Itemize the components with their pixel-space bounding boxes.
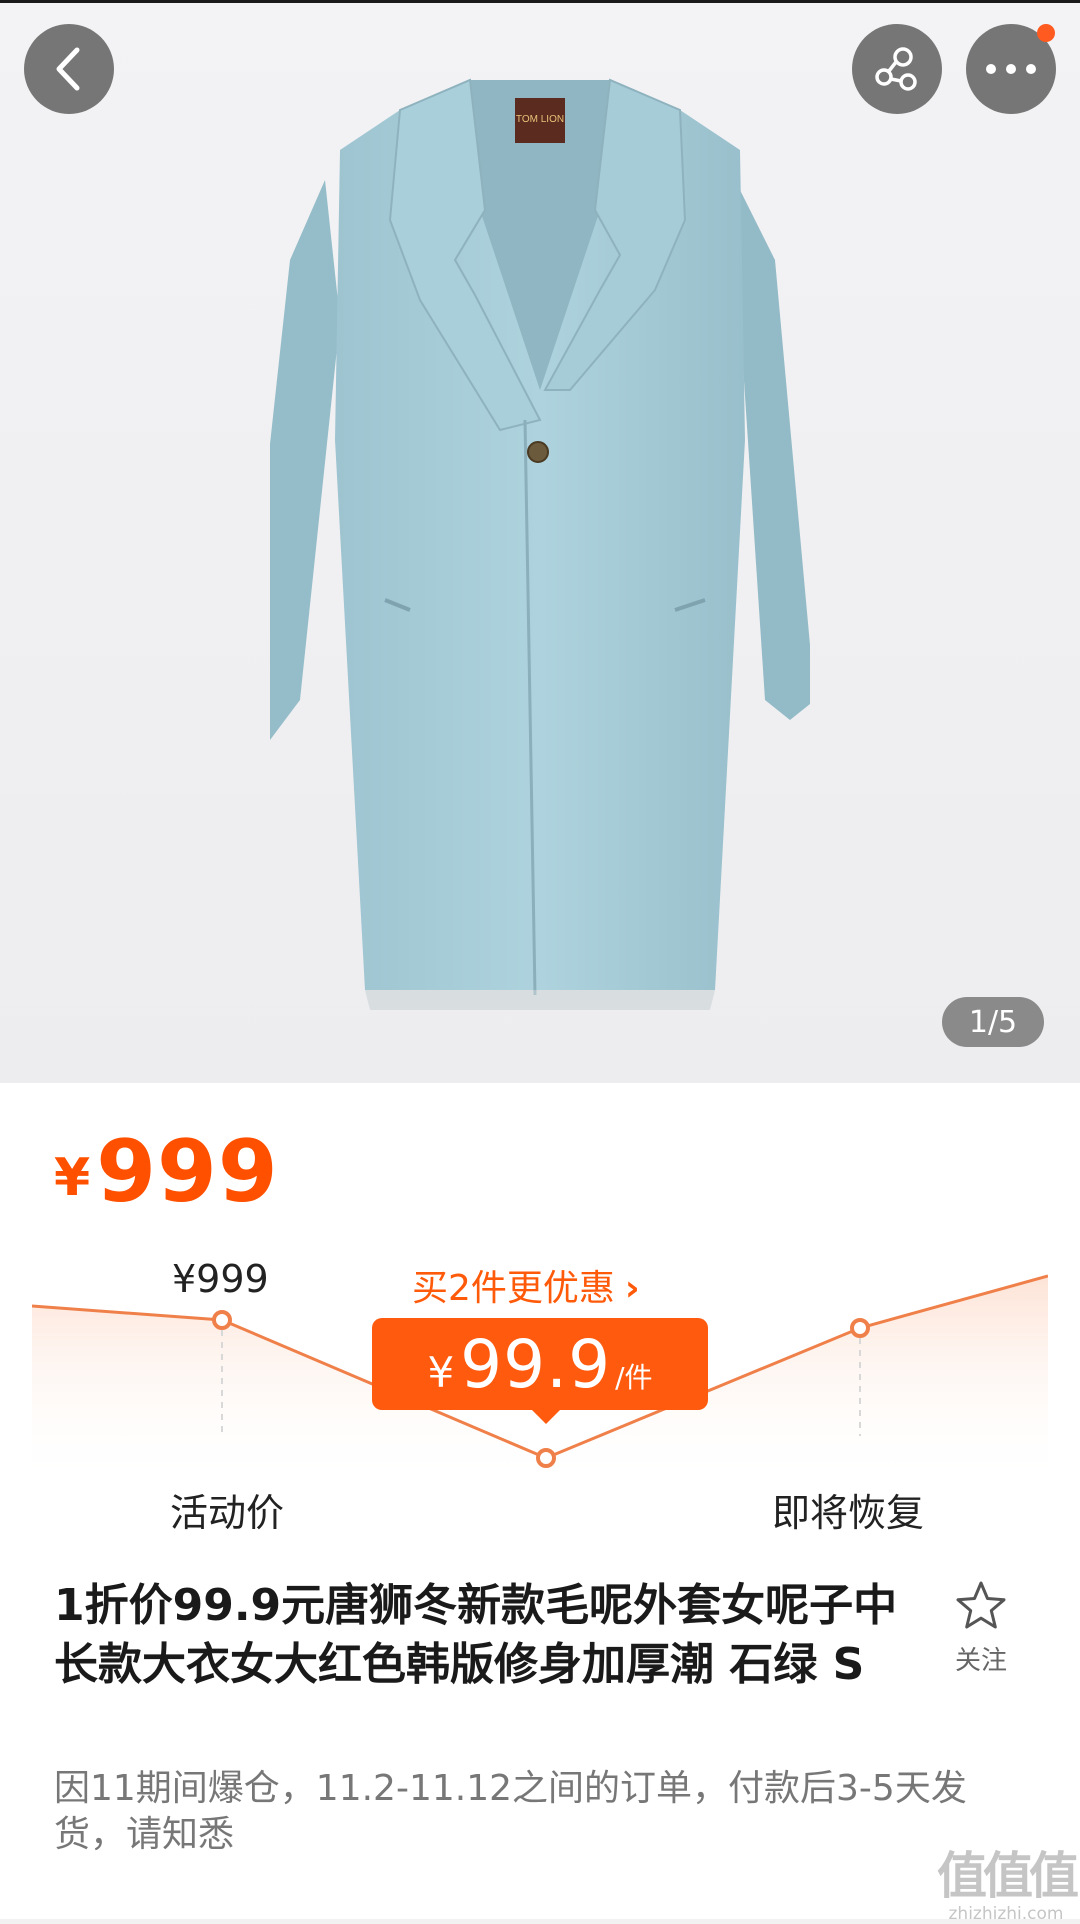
watermark-logo: 值值值 zhizhizhi.com bbox=[932, 1836, 1080, 1924]
star-icon bbox=[956, 1581, 1006, 1629]
notification-dot bbox=[1037, 24, 1055, 42]
deal-price: 99.9 bbox=[460, 1326, 612, 1403]
image-counter: 1/5 bbox=[942, 997, 1044, 1047]
deal-unit: /件 bbox=[615, 1361, 653, 1394]
follow-button[interactable]: 关注 bbox=[946, 1580, 1016, 1677]
watermark-logo-text: 值值值 bbox=[937, 1847, 1079, 1905]
restore-price-label: 即将恢复 bbox=[772, 1491, 925, 1535]
chevron-left-icon bbox=[56, 47, 80, 91]
coat-image: TOM LION bbox=[270, 78, 810, 1010]
deal-price-badge: ¥99.9/件 bbox=[372, 1318, 708, 1424]
activity-price-label: 活动价 bbox=[170, 1491, 285, 1535]
curve-point-deal bbox=[536, 1448, 556, 1468]
chevron-right-icon: › bbox=[624, 1268, 640, 1309]
svg-text:TOM LION: TOM LION bbox=[516, 114, 564, 125]
back-button[interactable] bbox=[24, 24, 114, 114]
deal-currency: ¥ bbox=[427, 1348, 455, 1397]
curve-point-original bbox=[212, 1310, 232, 1330]
product-image-gallery[interactable]: TOM LION 1/5 bbox=[0, 0, 1080, 1083]
more-dots-icon bbox=[986, 64, 1036, 74]
watermark-site: zhizhizhi.com bbox=[948, 1904, 1064, 1924]
share-button[interactable] bbox=[852, 24, 942, 114]
curve-point-restore bbox=[850, 1318, 870, 1338]
current-price: ¥999 bbox=[54, 1122, 279, 1222]
share-icon bbox=[875, 47, 917, 91]
buy-more-text: 买2件更优惠 bbox=[412, 1268, 615, 1309]
shipping-notice: 因11期间爆仓，11.2-11.12之间的订单，付款后3-5天发货，请知悉 bbox=[54, 1768, 967, 1855]
price-value: 999 bbox=[96, 1122, 279, 1222]
product-title: 1折价99.9元唐狮冬新款毛呢外套女呢子中长款大衣女大红色韩版修身加厚潮 石绿 … bbox=[54, 1580, 898, 1690]
follow-label: 关注 bbox=[954, 1646, 1007, 1676]
buy-more-link[interactable]: 买2件更优惠 › bbox=[412, 1259, 640, 1311]
price-currency: ¥ bbox=[54, 1148, 91, 1208]
original-price: ¥999 bbox=[172, 1257, 269, 1301]
